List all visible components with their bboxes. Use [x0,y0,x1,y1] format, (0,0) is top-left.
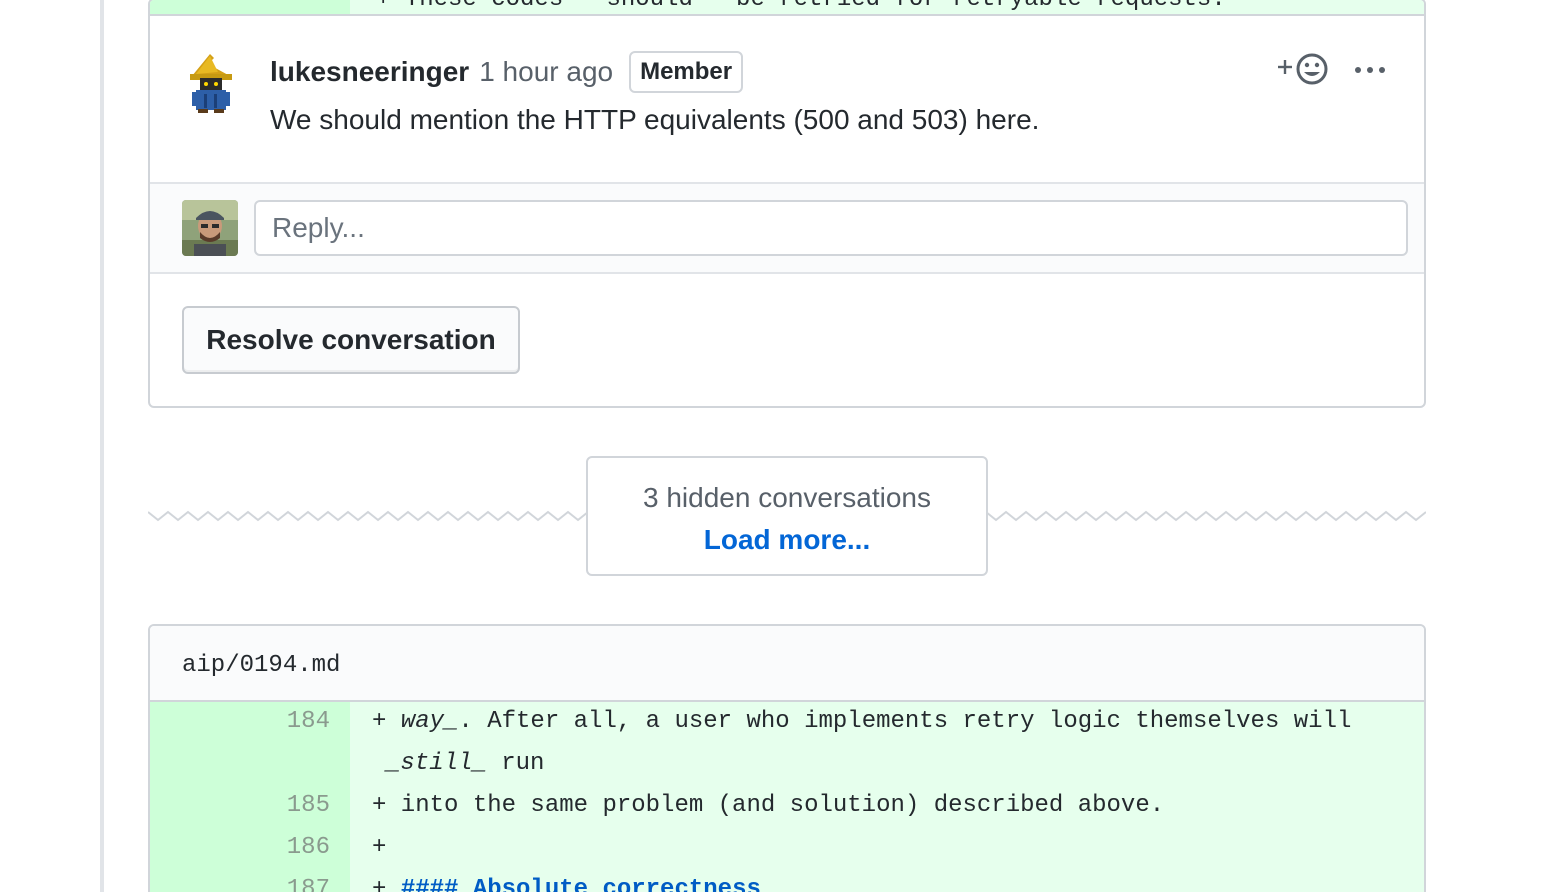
code-heading: #### Absolute correctness [400,876,761,892]
more-options-button[interactable] [1352,56,1388,84]
line-number[interactable]: 187 [150,876,330,892]
line-number[interactable]: 184 [150,708,330,735]
comment-timestamp[interactable]: 1 hour ago [479,56,613,88]
kebab-horizontal-icon [1355,67,1385,73]
reply-area [150,182,1424,274]
divider [150,14,1424,16]
code-line-continuation: _still_ run [386,750,544,777]
current-user-avatar[interactable] [182,200,238,256]
comment-body: We should mention the HTTP equivalents (… [270,104,1040,135]
collapsed-divider-right [986,510,1426,522]
review-thread: + These codes **should** be retried for … [148,0,1426,408]
resolve-conversation-button[interactable]: Resolve conversation [182,306,520,374]
code-text: . After all, a user who implements retry… [458,708,1352,735]
hidden-conversations-count: 3 hidden conversations [643,482,931,513]
add-reaction-button[interactable] [1274,50,1334,90]
smiley-plus-icon [1278,53,1328,85]
code-italic: _still_ [386,750,487,777]
timeline-line [100,0,104,892]
code-text: run [486,750,545,777]
commenter-avatar[interactable] [184,54,238,114]
code-line-text: + These codes **should** be retried for … [376,0,1226,13]
line-number[interactable]: 186 [150,834,330,861]
diff-body: 184 + way_. After all, a user who implem… [150,702,1424,892]
code-line: + into the same problem (and solution) d… [372,792,1165,819]
code-prefix: + [372,876,401,892]
code-line: + #### Absolute correctness [372,876,761,892]
code-line: + [372,834,387,861]
collapsed-divider-left [148,510,588,522]
comment-header: lukesneeringer 1 hour ago Member [270,50,744,94]
file-diff: aip/0194.md 184 + way_. After all, a use… [148,624,1426,892]
file-header: aip/0194.md [150,626,1424,702]
comment-author-link[interactable]: lukesneeringer [270,56,469,88]
code-prefix: + [372,708,401,735]
file-path-link[interactable]: aip/0194.md [182,652,340,679]
reply-input[interactable] [254,200,1408,256]
code-italic: way_ [400,708,459,735]
member-badge: Member [629,51,744,93]
code-line: + way_. After all, a user who implements… [372,708,1351,735]
load-more-link[interactable]: Load more... [588,524,986,556]
hidden-conversations-box: 3 hidden conversations Load more... [586,456,988,576]
line-number[interactable]: 185 [150,792,330,819]
